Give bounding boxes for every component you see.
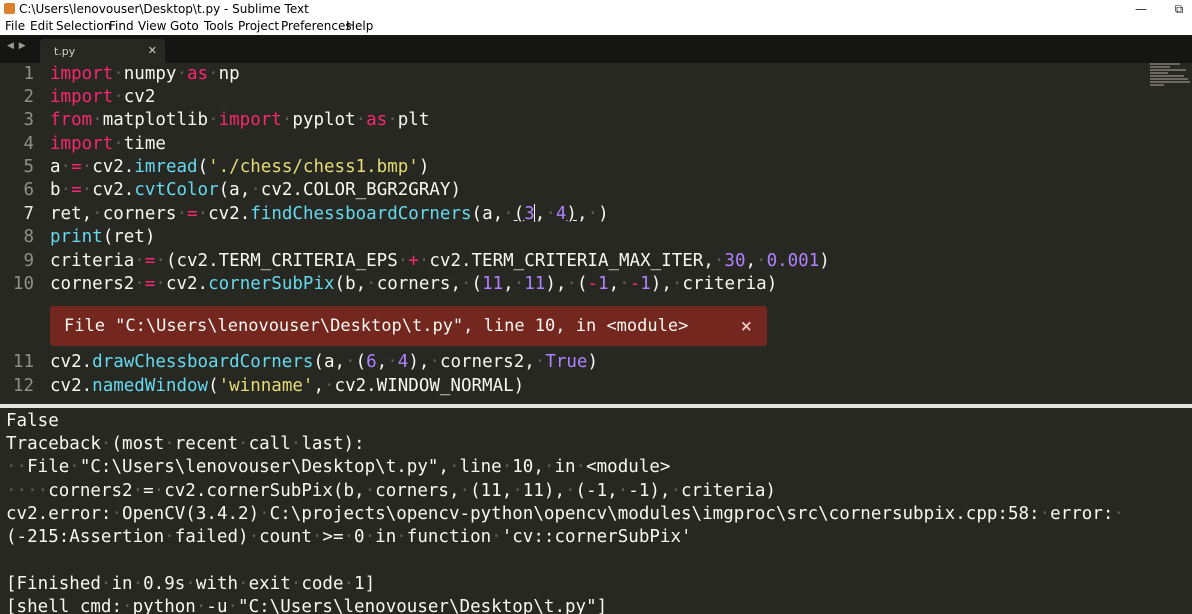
error-popup-close-icon[interactable]: × (740, 317, 753, 335)
menu-find[interactable]: Find (109, 19, 134, 33)
menu-goto[interactable]: Goto (170, 19, 199, 33)
code-line: import·numpy·as·np (50, 64, 240, 84)
output-line: [Finished·in·0.9s·with·exit·code·1] (6, 574, 376, 594)
code-line-current: ret,·corners·=·cv2.findChessboardCorners… (50, 204, 609, 224)
error-popup-text[interactable]: File "C:\Users\lenovouser\Desktop\t.py",… (64, 316, 688, 336)
minimap[interactable] (1150, 63, 1192, 93)
line-number: 8 (23, 227, 34, 247)
output-line: ··File·"C:\Users\lenovouser\Desktop\t.py… (6, 457, 671, 477)
build-output-panel[interactable]: False Traceback·(most·recent·call·last):… (0, 408, 1192, 614)
line-number: 12 (12, 376, 34, 396)
menu-bar: File Edit Selection Find View Goto Tools… (0, 18, 1192, 35)
line-number-current: 7 (23, 204, 34, 224)
menu-project[interactable]: Project (238, 19, 279, 33)
code-editor[interactable]: 1 import·numpy·as·np 2 import·cv2 3 from… (0, 63, 1192, 404)
code-line: import·time (50, 134, 166, 154)
code-line: a·=·cv2.imread('./chess/chess1.bmp') (50, 157, 430, 177)
tab-label: t.py (54, 45, 76, 58)
tab-bar: ◀ ▶ t.py ✕ (0, 35, 1192, 63)
window-title: C:\Users\lenovouser\Desktop\t.py - Subli… (19, 2, 309, 16)
output-line: ····corners2·=·cv2.cornerSubPix(b,·corne… (6, 481, 776, 501)
minimize-button[interactable]: — (1128, 0, 1154, 18)
text-cursor (533, 204, 535, 222)
code-line: cv2.namedWindow('winname',·cv2.WINDOW_NO… (50, 376, 525, 396)
output-line: (-215:Assertion·failed)·count·>=·0·in·fu… (6, 527, 692, 547)
code-line: import·cv2 (50, 87, 156, 107)
code-token: import (50, 64, 114, 84)
menu-view[interactable]: View (138, 19, 166, 33)
menu-selection[interactable]: Selection (56, 19, 111, 33)
menu-file[interactable]: File (5, 19, 25, 33)
code-line: print(ret) (50, 227, 156, 247)
menu-help[interactable]: Help (346, 19, 373, 33)
menu-tools[interactable]: Tools (204, 19, 234, 33)
line-number: 1 (23, 64, 34, 84)
menu-preferences[interactable]: Preferences (281, 19, 352, 33)
code-line: cv2.drawChessboardCorners(a,·(6,·4),·cor… (50, 352, 599, 372)
output-line: cv2.error:·OpenCV(3.4.2)·C:\projects\ope… (6, 504, 1124, 524)
line-number: 9 (23, 251, 34, 271)
line-number: 11 (12, 352, 34, 372)
line-number: 3 (23, 110, 34, 130)
title-bar: C:\Users\lenovouser\Desktop\t.py - Subli… (0, 0, 1192, 18)
line-number: 4 (23, 134, 34, 154)
line-number: 10 (12, 274, 34, 294)
line-number: 5 (23, 157, 34, 177)
code-line: from·matplotlib·import·pyplot·as·plt (50, 110, 430, 130)
line-number: 2 (23, 87, 34, 107)
code-line: b·=·cv2.cvtColor(a,·cv2.COLOR_BGR2GRAY) (50, 180, 461, 200)
output-line: Traceback·(most·recent·call·last): (6, 434, 365, 454)
restore-button[interactable]: ⧉ (1166, 0, 1192, 18)
output-line: [shell_cmd:·python·-u·"C:\Users\lenovous… (6, 597, 608, 614)
tab-nav-arrows-icon[interactable]: ◀ ▶ (7, 41, 27, 51)
sublime-app-icon (4, 3, 15, 14)
output-line: False (6, 411, 59, 431)
code-line: criteria·=·(cv2.TERM_CRITERIA_EPS·+·cv2.… (50, 251, 830, 271)
error-popup: File "C:\Users\lenovouser\Desktop\t.py",… (50, 306, 767, 346)
tab-t-py[interactable]: t.py ✕ (40, 39, 165, 63)
code-line: corners2·=·cv2.cornerSubPix(b,·corners,·… (50, 274, 778, 294)
line-number: 6 (23, 180, 34, 200)
menu-edit[interactable]: Edit (30, 19, 53, 33)
tab-close-icon[interactable]: ✕ (148, 44, 157, 57)
